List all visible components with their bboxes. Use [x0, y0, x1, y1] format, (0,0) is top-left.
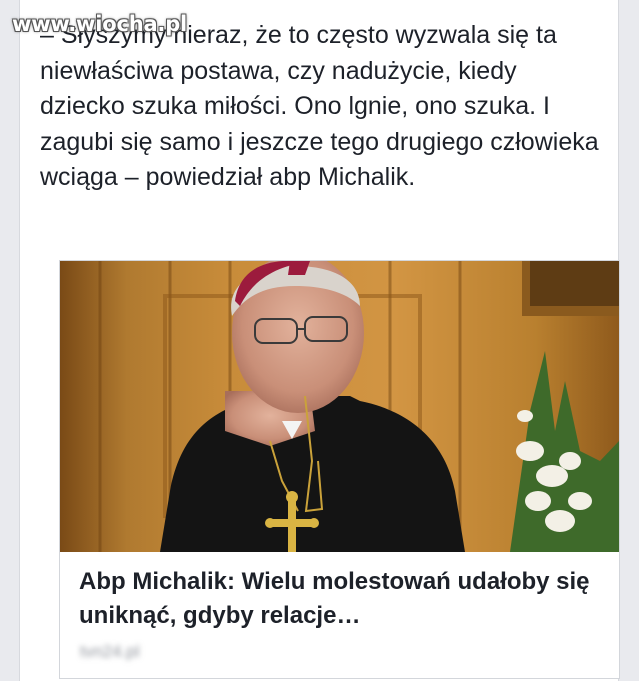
- link-preview-source: tvn24.pl: [80, 642, 140, 661]
- post-card: – Słyszymy nieraz, że to często wyzwala …: [19, 0, 620, 681]
- link-preview-card[interactable]: Abp Michalik: Wielu molestowań udałoby s…: [59, 260, 620, 679]
- screen: – Słyszymy nieraz, że to często wyzwala …: [0, 0, 639, 681]
- link-preview-title[interactable]: Abp Michalik: Wielu molestowań udałoby s…: [79, 565, 604, 633]
- post-text: – Słyszymy nieraz, że to często wyzwala …: [40, 21, 599, 191]
- watermark-logo: www.wiocha.pl: [12, 12, 188, 36]
- preview-image: [60, 261, 619, 552]
